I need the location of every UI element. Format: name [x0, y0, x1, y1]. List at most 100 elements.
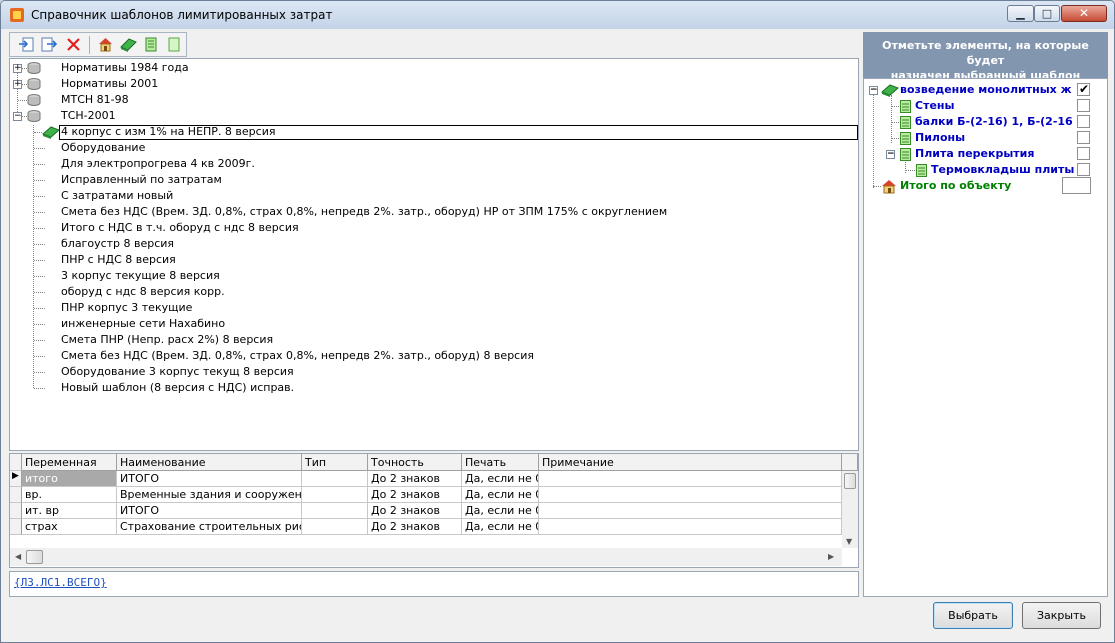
tree-item[interactable]: Смета ПНР (Непр. расх 2%) 8 версия: [10, 332, 850, 348]
scroll-left-icon[interactable]: ◀: [15, 552, 21, 562]
column-header[interactable]: Печать: [462, 454, 539, 471]
element-row[interactable]: Пилоны: [864, 130, 1107, 146]
element-row[interactable]: − Плита перекрытия: [864, 146, 1107, 162]
element-tree[interactable]: − возведение монолитных же ✔ Стены балки…: [863, 78, 1108, 597]
grid-cell[interactable]: ит. вр: [22, 503, 117, 519]
tree-item[interactable]: благоустр 8 версия: [10, 236, 850, 252]
row-indicator[interactable]: [10, 503, 22, 519]
scroll-down-icon[interactable]: ▼: [846, 537, 852, 547]
grid-cell[interactable]: Страхование строительных рисков: [117, 519, 302, 535]
tree-root[interactable]: МТСН 81-98: [10, 92, 310, 108]
minimize-button[interactable]: ▁: [1007, 5, 1034, 22]
formula-box[interactable]: {ЛЗ.ЛС1.ВСЕГО}: [9, 571, 859, 597]
grid-cell[interactable]: страх: [22, 519, 117, 535]
document-icon[interactable]: [143, 36, 160, 53]
grid-vertical-scrollbar[interactable]: ▼: [842, 471, 858, 548]
tree-item[interactable]: оборуд с ндс 8 версия корр.: [10, 284, 850, 300]
delete-icon[interactable]: [65, 36, 82, 53]
grid-cell[interactable]: [302, 487, 368, 503]
grid-cell[interactable]: [302, 519, 368, 535]
scroll-thumb[interactable]: [844, 473, 856, 489]
expand-icon[interactable]: +: [13, 64, 22, 73]
export-icon[interactable]: [40, 36, 57, 53]
book-icon[interactable]: [120, 36, 137, 53]
column-header[interactable]: Переменная: [22, 454, 117, 471]
row-indicator[interactable]: [10, 487, 22, 503]
grid-cell[interactable]: [302, 503, 368, 519]
element-row[interactable]: Итого по объекту: [864, 177, 1107, 194]
tree-item[interactable]: Смета без НДС (Врем. ЗД. 0,8%, страх 0,8…: [10, 348, 850, 364]
column-header[interactable]: Наименование: [117, 454, 302, 471]
grid-cell[interactable]: Да, если не 0: [462, 471, 539, 487]
formula-link[interactable]: {ЛЗ.ЛС1.ВСЕГО}: [14, 576, 107, 589]
grid-cell[interactable]: До 2 знаков: [368, 471, 462, 487]
grid-cell[interactable]: До 2 знаков: [368, 487, 462, 503]
grid-cell[interactable]: [539, 487, 842, 503]
tree-item[interactable]: Новый шаблон (8 версия с НДС) исправ.: [10, 380, 850, 396]
title-bar[interactable]: Справочник шаблонов лимитированных затра…: [1, 1, 1114, 29]
element-checkbox[interactable]: [1077, 115, 1090, 128]
element-checkbox[interactable]: [1077, 163, 1090, 176]
select-button[interactable]: Выбрать: [933, 602, 1013, 629]
tree-item[interactable]: ПНР с НДС 8 версия: [10, 252, 850, 268]
element-checkbox[interactable]: [1077, 147, 1090, 160]
row-indicator[interactable]: [10, 519, 22, 535]
row-indicator[interactable]: ▶: [10, 471, 22, 487]
grid-cell[interactable]: До 2 знаков: [368, 503, 462, 519]
tree-root[interactable]: + Нормативы 1984 года: [10, 60, 310, 76]
tree-item[interactable]: Исправленный по затратам: [10, 172, 850, 188]
element-checkbox[interactable]: [1077, 99, 1090, 112]
tree-item[interactable]: Смета без НДС (Врем. ЗД. 0,8%, страх 0,8…: [10, 204, 850, 220]
expand-icon[interactable]: +: [13, 80, 22, 89]
grid-cell[interactable]: До 2 знаков: [368, 519, 462, 535]
grid-cell[interactable]: Да, если не 0: [462, 503, 539, 519]
tree-item[interactable]: инженерные сети Нахабино: [10, 316, 850, 332]
grid-cell[interactable]: [302, 471, 368, 487]
scroll-right-icon[interactable]: ▶: [828, 552, 834, 562]
collapse-icon[interactable]: −: [13, 112, 22, 121]
element-checkbox[interactable]: [1062, 177, 1091, 194]
grid-cell[interactable]: ИТОГО: [117, 503, 302, 519]
grid-cell[interactable]: [539, 503, 842, 519]
grid-cell[interactable]: Да, если не 0: [462, 519, 539, 535]
scroll-thumb[interactable]: [26, 550, 43, 564]
collapse-icon[interactable]: −: [886, 150, 895, 159]
tree-item[interactable]: Оборудование: [10, 140, 850, 156]
element-checkbox[interactable]: [1077, 131, 1090, 144]
document-light-icon[interactable]: [166, 36, 183, 53]
tree-root[interactable]: − ТСН-2001: [10, 108, 310, 124]
home-icon[interactable]: [97, 36, 114, 53]
tree-item[interactable]: 4 корпус с изм 1% на НЕПР. 8 версия: [10, 124, 410, 140]
column-header[interactable]: Тип: [302, 454, 368, 471]
tree-item[interactable]: С затратами новый: [10, 188, 850, 204]
maximize-button[interactable]: □: [1034, 5, 1060, 22]
close-button[interactable]: Закрыть: [1022, 602, 1101, 629]
grid-cell[interactable]: Временные здания и сооружения (0: [117, 487, 302, 503]
close-window-button[interactable]: ✕: [1061, 5, 1107, 22]
grid-cell[interactable]: [539, 471, 842, 487]
tree-item[interactable]: 3 корпус текущие 8 версия: [10, 268, 850, 284]
element-checkbox[interactable]: ✔: [1077, 82, 1090, 96]
column-header[interactable]: Точность: [368, 454, 462, 471]
grid-horizontal-scrollbar[interactable]: ◀ ▶: [10, 548, 842, 566]
element-row[interactable]: Стены: [864, 98, 1107, 114]
collapse-icon[interactable]: −: [869, 86, 878, 95]
grid-cell[interactable]: итого: [22, 471, 117, 487]
tree-root[interactable]: + Нормативы 2001: [10, 76, 310, 92]
tree-item[interactable]: Оборудование 3 корпус текущ 8 версия: [10, 364, 850, 380]
tree-connector: [905, 170, 915, 171]
element-row[interactable]: Термовкладыш плиты: [864, 162, 1107, 178]
tree-item[interactable]: Для электропрогрева 4 кв 2009г.: [10, 156, 850, 172]
grid-cell[interactable]: Да, если не 0: [462, 487, 539, 503]
tree-item[interactable]: ПНР корпус 3 текущие: [10, 300, 850, 316]
tree-item[interactable]: Итого с НДС в т.ч. оборуд с ндс 8 версия: [10, 220, 850, 236]
element-row[interactable]: − возведение монолитных же ✔: [864, 82, 1107, 98]
grid-cell[interactable]: ИТОГО: [117, 471, 302, 487]
grid-cell[interactable]: [539, 519, 842, 535]
variables-grid[interactable]: Переменная Наименование Тип Точность Печ…: [9, 453, 859, 568]
element-row[interactable]: балки Б-(2-16) 1, Б-(2-16): [864, 114, 1107, 130]
column-header[interactable]: Примечание: [539, 454, 842, 471]
template-tree[interactable]: + Нормативы 1984 года + Нормативы 2001 М…: [9, 58, 859, 451]
grid-cell[interactable]: вр.: [22, 487, 117, 503]
import-icon[interactable]: [18, 36, 35, 53]
